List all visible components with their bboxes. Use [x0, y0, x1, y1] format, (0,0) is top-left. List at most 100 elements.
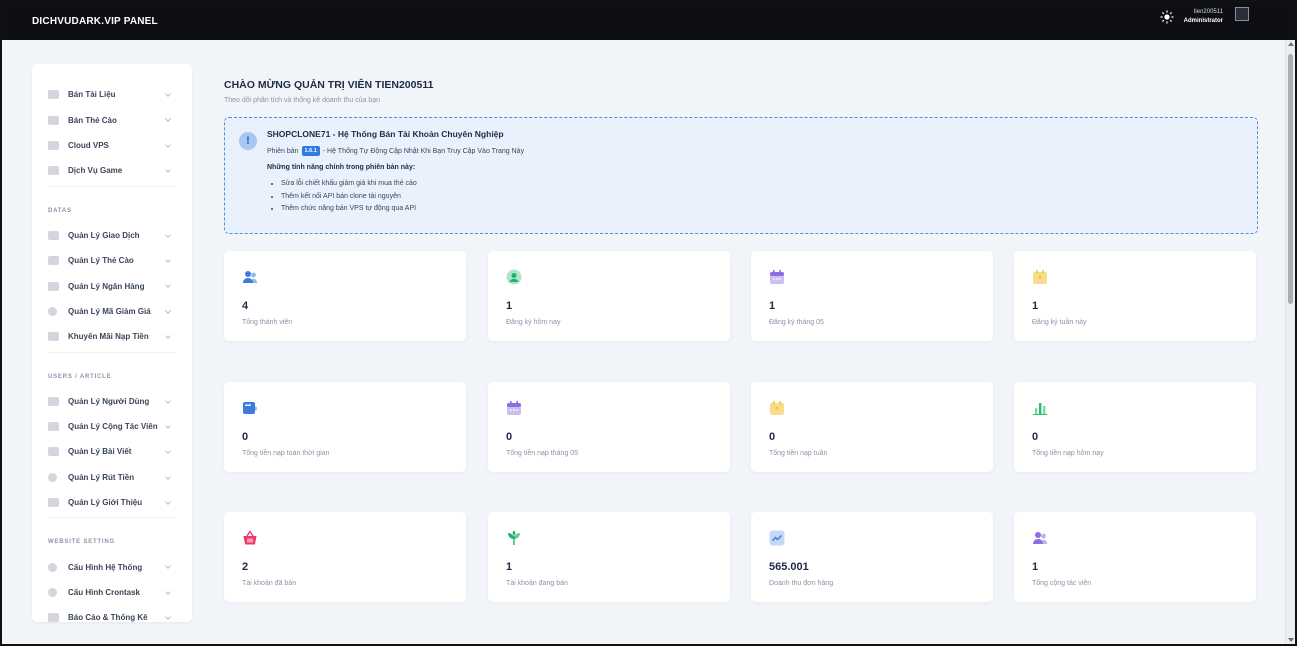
stat-card: 0 Tổng tiền nạp tháng 05: [488, 382, 730, 472]
card-icon: [48, 115, 59, 125]
sidebar-item-label: Cloud VPS: [68, 140, 109, 150]
chevron-down-icon: [165, 563, 171, 570]
sidebar-item-label: Quản Lý Giao Dịch: [68, 230, 140, 240]
stat-label: Tổng thành viên: [242, 319, 293, 326]
page-scrollbar[interactable]: [1285, 40, 1295, 644]
stat-value: 0: [242, 431, 249, 443]
stat-label: Tài khoản đang bán: [506, 580, 568, 587]
referral-icon: [48, 498, 59, 508]
stat-label: Đăng ký hôm nay: [506, 319, 561, 326]
basket-icon: [242, 530, 258, 546]
chevron-down-icon: [165, 448, 171, 455]
chart-icon: [1032, 400, 1048, 416]
top-navbar: DICHVUDARK.VIP PANEL tien200511 Administ…: [2, 2, 1295, 40]
sidebar-item-label: Dịch Vụ Game: [68, 166, 123, 176]
chevron-down-icon: [165, 116, 171, 123]
sidebar-item[interactable]: Cloud VPS: [32, 133, 192, 158]
stat-card: 0 Tổng tiền nạp tuần: [751, 382, 993, 472]
sidebar-item[interactable]: Bán Thẻ Cào: [32, 107, 192, 132]
stat-label: Tổng tiền nạp tháng 05: [506, 450, 579, 457]
notice-title: SHOPCLONE71 - Hệ Thống Bán Tài Khoản Chu…: [267, 129, 504, 139]
sidebar-item-label: Quản Lý Cộng Tác Viên: [68, 422, 158, 432]
avatar[interactable]: [1235, 7, 1249, 21]
version-prefix: Phiên bản: [267, 147, 299, 155]
scroll-up-icon[interactable]: [1288, 42, 1294, 46]
bank-icon: [48, 281, 59, 291]
sidebar-item[interactable]: Báo Cáo & Thống Kê: [32, 605, 192, 630]
brand-logo[interactable]: DICHVUDARK.VIP PANEL: [32, 16, 158, 27]
sidebar-section-datas: DATAS: [48, 207, 72, 214]
sidebar-item[interactable]: Quản Lý Cộng Tác Viên: [32, 414, 192, 439]
sidebar-item-label: Quản Lý Người Dùng: [68, 396, 150, 406]
sidebar-item-label: Bán Thẻ Cào: [68, 115, 117, 125]
sidebar-item[interactable]: Quản Lý Giới Thiệu: [32, 490, 192, 515]
sidebar-item[interactable]: Bán Tài Liệu: [32, 82, 192, 107]
chevron-down-icon: [165, 473, 171, 480]
user-name: tien200511: [1193, 9, 1223, 15]
feature-item: Thêm chức năng bán VPS tự động qua API: [281, 203, 417, 216]
sidebar-item-label: Báo Cáo & Thống Kê: [68, 613, 148, 623]
sidebar: Bán Tài Liệu Bán Thẻ Cào Cloud VPS Dịch Vụ …: [32, 64, 192, 623]
sidebar-item[interactable]: Quản Lý Ngân Hàng: [32, 273, 192, 298]
wallet-icon: [242, 400, 258, 416]
chevron-down-icon: [165, 141, 171, 148]
stat-value: 0: [769, 431, 776, 443]
sidebar-item[interactable]: Khuyến Mãi Nạp Tiền: [32, 324, 192, 349]
sidebar-item-label: Bán Tài Liệu: [68, 90, 116, 100]
sidebar-item[interactable]: Cấu Hình Hệ Thống: [32, 554, 192, 579]
page-subtitle: Theo dõi phân tích và thống kê doanh thu…: [224, 97, 381, 104]
sidebar-item[interactable]: Quản Lý Thẻ Cào: [32, 248, 192, 273]
info-icon: !: [239, 132, 257, 150]
sidebar-item[interactable]: Quản Lý Bài Viết: [32, 439, 192, 464]
stat-card: 1 Tài khoản đang bán: [488, 512, 730, 602]
user-icon: [506, 269, 522, 285]
theme-toggle-icon[interactable]: [1160, 10, 1174, 24]
stat-card: 0 Tổng tiền nạp hôm nay: [1014, 382, 1256, 472]
calendar-week-icon: [769, 400, 785, 416]
version-suffix: - Hệ Thống Tự Động Cập Nhật Khi Bạn Truy…: [322, 147, 525, 155]
stat-card: 1 Tổng cộng tác viên: [1014, 512, 1256, 602]
chevron-down-icon: [165, 231, 171, 238]
calendar-icon: [506, 400, 522, 416]
features-list: Sửa lỗi chiết khấu giảm giá khi mua thẻ …: [281, 178, 417, 216]
sidebar-item[interactable]: Quản Lý Mã Giảm Giá: [32, 299, 192, 324]
sidebar-item-label: Quản Lý Mã Giảm Giá: [68, 306, 151, 316]
stat-value: 4: [242, 300, 249, 312]
chevron-down-icon: [165, 91, 171, 97]
stat-value: 0: [1032, 431, 1039, 443]
sidebar-item[interactable]: Quản Lý Giao Dịch: [32, 223, 192, 248]
stat-label: Đăng ký tuần này: [1032, 319, 1087, 326]
sidebar-item[interactable]: Dịch Vụ Game: [32, 158, 192, 183]
user-role: Administrator: [1183, 18, 1223, 24]
stat-label: Tổng tiền nạp toàn thời gian: [242, 450, 330, 457]
notice-version-line: Phiên bản 1.6.1 - Hệ Thống Tự Động Cập N…: [267, 146, 524, 156]
stat-card: 1 Đăng ký hôm nay: [488, 251, 730, 341]
chevron-down-icon: [165, 307, 171, 314]
sidebar-item-label: Cấu Hình Crontask: [68, 588, 141, 598]
user-menu[interactable]: tien200511 Administrator: [1184, 8, 1223, 26]
sidebar-item-label: Quản Lý Giới Thiệu: [68, 498, 143, 508]
scroll-thumb[interactable]: [1288, 54, 1293, 304]
plant-icon: [506, 530, 522, 546]
version-badge: 1.6.1: [301, 146, 320, 156]
chevron-down-icon: [165, 589, 171, 595]
discount-icon: [48, 306, 57, 316]
sidebar-item[interactable]: Quản Lý Rút Tiền: [32, 465, 192, 490]
chevron-down-icon: [165, 282, 171, 289]
stat-card: 1 Đăng ký tuần này: [1014, 251, 1256, 341]
sidebar-divider: [48, 185, 176, 187]
scroll-down-icon[interactable]: [1288, 638, 1294, 642]
sidebar-item[interactable]: Cấu Hình Crontask: [32, 580, 192, 605]
article-icon: [48, 447, 59, 457]
features-title: Những tính năng chính trong phiên bản nà…: [267, 164, 416, 171]
chevron-down-icon: [165, 499, 171, 505]
chevron-down-icon: [165, 614, 171, 621]
partner-icon: [48, 422, 59, 432]
calendar-icon: [769, 269, 785, 285]
sidebar-item[interactable]: Quản Lý Người Dùng: [32, 389, 192, 414]
withdraw-icon: [48, 472, 57, 482]
sidebar-divider: [48, 351, 176, 353]
sidebar-divider: [48, 517, 176, 519]
game-icon: [48, 166, 59, 176]
clock-icon: [48, 588, 57, 598]
